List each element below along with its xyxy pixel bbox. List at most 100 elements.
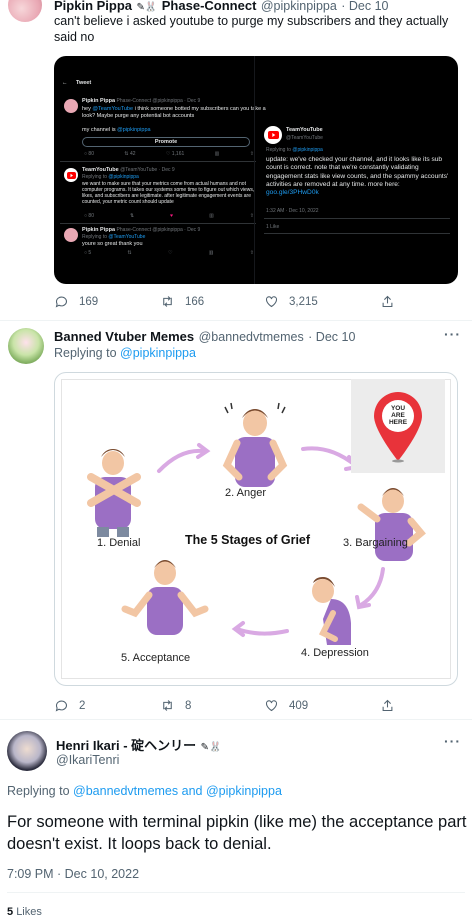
you-are-here-sticker: YOU ARE HERE (351, 379, 445, 473)
map-pin-icon (374, 392, 422, 463)
stage-anger-label: 2. Anger (225, 487, 266, 499)
tweet-henri[interactable]: Henri Ikari - 碇ヘンリー ✎🐰 @IkariTenri ··· R… (0, 720, 472, 924)
mini-mention: @TeamYouTube (92, 106, 134, 112)
mini-divider (60, 223, 256, 224)
stage-acceptance-label: 5. Acceptance (121, 652, 191, 664)
tweet-bannedvtmemes[interactable]: Banned Vtuber Memes @bannedvtmemes · Dec… (0, 321, 472, 719)
mini-mention: @pipkinpippa (117, 127, 151, 133)
mini-text: youre so great thank you (82, 241, 143, 247)
tweet-date[interactable]: · Dec 10 (308, 330, 355, 344)
like-button[interactable]: 3,215 (264, 294, 318, 309)
reply-mention[interactable]: @pipkinpippa (206, 784, 282, 798)
youtube-icon (264, 126, 282, 144)
like-button[interactable]: 409 (264, 698, 308, 713)
reply-icon (55, 700, 68, 712)
mini-reply-prefix: Replying to (82, 234, 108, 240)
tweet-text: can't believe i asked youtube to purge m… (54, 14, 449, 44)
mini-divider (60, 161, 256, 162)
like-count: 3,215 (289, 295, 318, 308)
mini-mention: @pipkinpippa (292, 147, 323, 153)
share-icon (382, 295, 393, 308)
figure-bargaining (357, 488, 426, 561)
likes-count: 5 (7, 906, 14, 918)
mini-avatar (64, 99, 78, 113)
mini-name: Pipkin Pippa (82, 98, 116, 104)
reply-count: 169 (79, 295, 99, 308)
retweet-count: 8 (185, 699, 192, 712)
retweet-icon (163, 700, 172, 711)
tweet-date[interactable]: · Dec 10 (341, 0, 388, 13)
reply-likes: 1 Like (266, 224, 280, 230)
rabbit-icon: 🐰 (144, 2, 158, 13)
mini-reply-prefix: Replying to (82, 174, 108, 180)
more-options-icon[interactable]: ··· (444, 733, 461, 749)
mini-divider (264, 218, 450, 219)
author-handle[interactable]: @bannedvtmemes (199, 330, 304, 344)
author-name[interactable]: Pipkin Pippa (54, 0, 132, 13)
reply-button[interactable]: 169 (54, 294, 98, 309)
share-icon (382, 699, 393, 712)
panel-divider (254, 56, 255, 284)
reply-and: and (181, 784, 203, 798)
heart-icon (265, 296, 278, 308)
figure-acceptance (121, 560, 209, 635)
mini-text: we want to make sure that your metrics c… (82, 181, 255, 205)
reply-button[interactable]: 2 (54, 698, 85, 713)
mini-mention: @pipkinpippa (108, 174, 139, 180)
author-handle[interactable]: @pipkinpippa (261, 0, 337, 13)
reply-time: 1:32 AM · Dec 10, 2022 (266, 208, 319, 214)
embedded-header: Tweet (76, 80, 92, 86)
reply-mention[interactable]: @bannedvtmemes (73, 784, 178, 798)
mini-actions: ○ 80 ⇅ ♥ ▥ ⇧ (84, 213, 254, 219)
author-name-suffix: Phase-Connect (161, 0, 257, 13)
more-options-icon[interactable]: ··· (444, 326, 461, 342)
back-arrow-icon: ← (62, 80, 68, 86)
figure-denial (87, 449, 141, 537)
stage-bargaining-label: 3. Bargaining (343, 537, 408, 549)
mini-meta: Phase-Connect @pipkinpippa · Dec 9 (116, 227, 201, 233)
author-name[interactable]: Banned Vtuber Memes (54, 329, 194, 344)
tweet-timestamp[interactable]: 7:09 PM · Dec 10, 2022 (7, 867, 139, 881)
avatar[interactable] (8, 0, 42, 22)
stage-depression-label: 4. Depression (301, 647, 369, 659)
likes-summary[interactable]: 5 Likes (7, 906, 42, 918)
retweet-count: 166 (185, 295, 205, 308)
avatar[interactable] (8, 328, 44, 364)
mini-mention: @TeamYouTube (108, 234, 146, 240)
author-handle[interactable]: @IkariTenri (56, 753, 119, 767)
tweet-text: For someone with terminal pipkin (like m… (7, 813, 467, 853)
mini-text: hey (82, 106, 91, 112)
stage-denial-label: 1. Denial (97, 537, 141, 549)
author-name[interactable]: Henri Ikari - 碇ヘンリー (56, 738, 196, 753)
reply-prefix: Replying to (7, 784, 70, 798)
pencil-icon: ✎ (200, 742, 209, 753)
mini-text: my channel is (82, 127, 116, 133)
share-button[interactable] (380, 294, 395, 309)
likes-label: Likes (16, 906, 42, 918)
meme-title: The 5 Stages of Grief (185, 533, 311, 547)
avatar[interactable] (7, 731, 47, 771)
retweet-button[interactable]: 166 (160, 294, 204, 309)
meta-divider (7, 892, 465, 893)
mini-handle: @TeamYouTube (286, 135, 323, 141)
promote-button[interactable]: Promote (82, 137, 250, 147)
mini-name: TeamYouTube (286, 127, 323, 133)
retweet-button[interactable]: 8 (160, 698, 191, 713)
reply-prefix: Replying to (54, 346, 117, 360)
reply-mention[interactable]: @pipkinpippa (120, 346, 196, 360)
mini-actions: ○ 80 ⇅ 42 ♡ 1,161 ▥ ⇧ (84, 151, 254, 157)
rabbit-icon: 🐰 (208, 742, 222, 753)
reply-text: update: we've checked your channel, and … (266, 156, 449, 188)
embedded-screenshot[interactable]: ← Tweet Pipkin Pippa Phase-Connect @pipk… (54, 56, 458, 284)
share-button[interactable] (380, 698, 395, 713)
like-count: 409 (289, 699, 309, 712)
pin-text: YOU ARE HERE (388, 405, 408, 426)
figure-anger (222, 402, 288, 487)
tweet-pipkin[interactable]: Pipkin Pippa ✎🐰 Phase-Connect @pipkinpip… (0, 0, 472, 320)
youtube-icon (64, 168, 78, 182)
mini-meta: @TeamYouTube · Dec 9 (120, 167, 175, 173)
reply-icon (55, 296, 68, 308)
reply-link[interactable]: goo.gle/3PHwD0k (266, 189, 319, 196)
grief-meme-image[interactable]: 1. Denial 2. Anger 3. Bargaining 4. Depr… (54, 372, 458, 686)
mini-name: Pipkin Pippa (82, 227, 116, 233)
